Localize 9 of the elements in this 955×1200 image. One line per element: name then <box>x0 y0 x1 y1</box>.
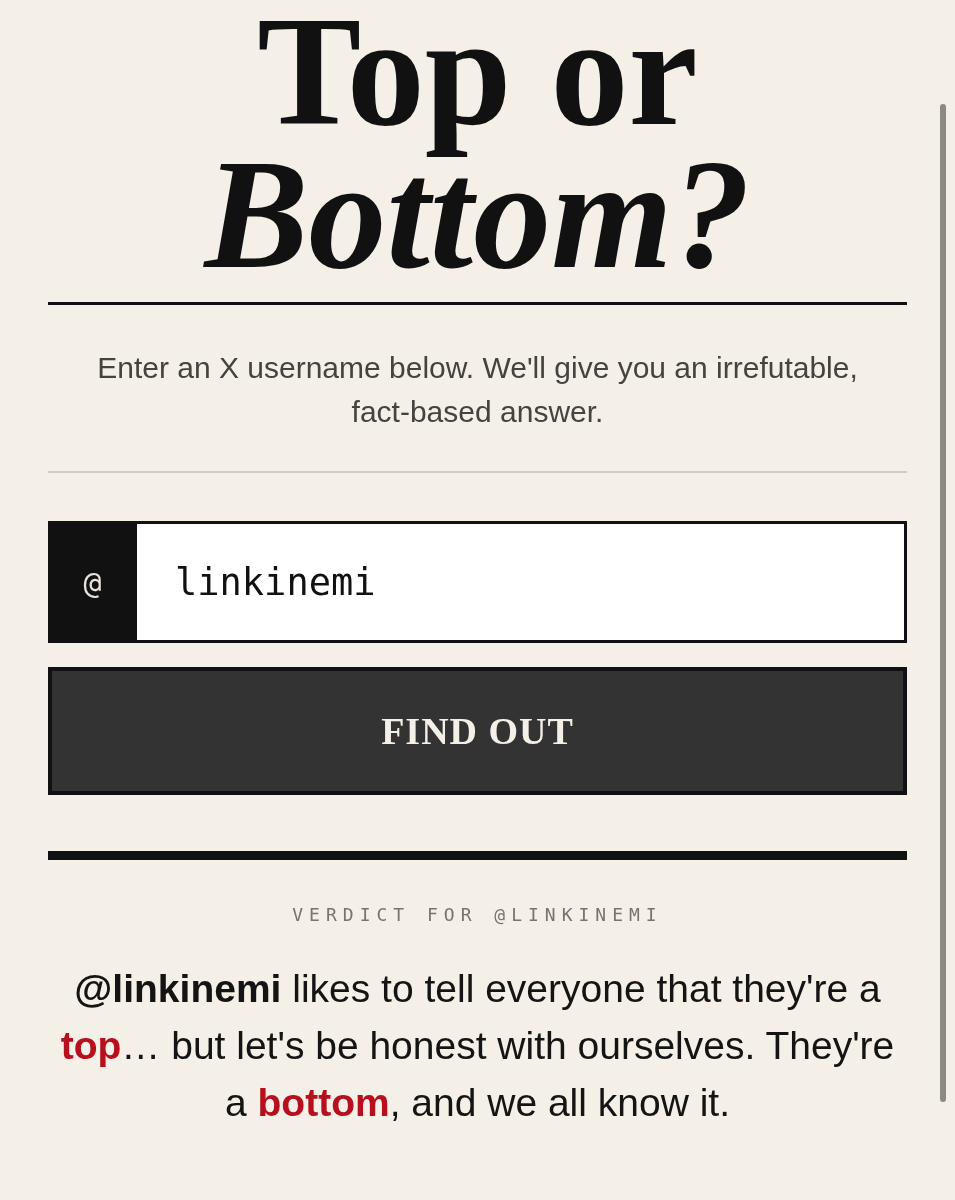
at-prefix: @ <box>48 521 137 643</box>
title-line: Top or <box>256 20 699 159</box>
verdict-text: @linkinemi likes to tell everyone that they're a top… but let's be honest with ourselves. They're a bottom, and we all know it. <box>59 966 896 1126</box>
find-out-button[interactable]: FIND OUT <box>48 667 907 795</box>
intro-text: Enter an X username below. We'll give you an irrefutable, fact-based answer. <box>96 350 859 430</box>
verdict-label: VERDICT FOR @LINKINEMI <box>291 903 664 927</box>
title-line: Bottom? <box>202 159 752 271</box>
username-input[interactable]: linkinemi <box>137 521 907 643</box>
scrollbar[interactable] <box>940 104 946 1102</box>
